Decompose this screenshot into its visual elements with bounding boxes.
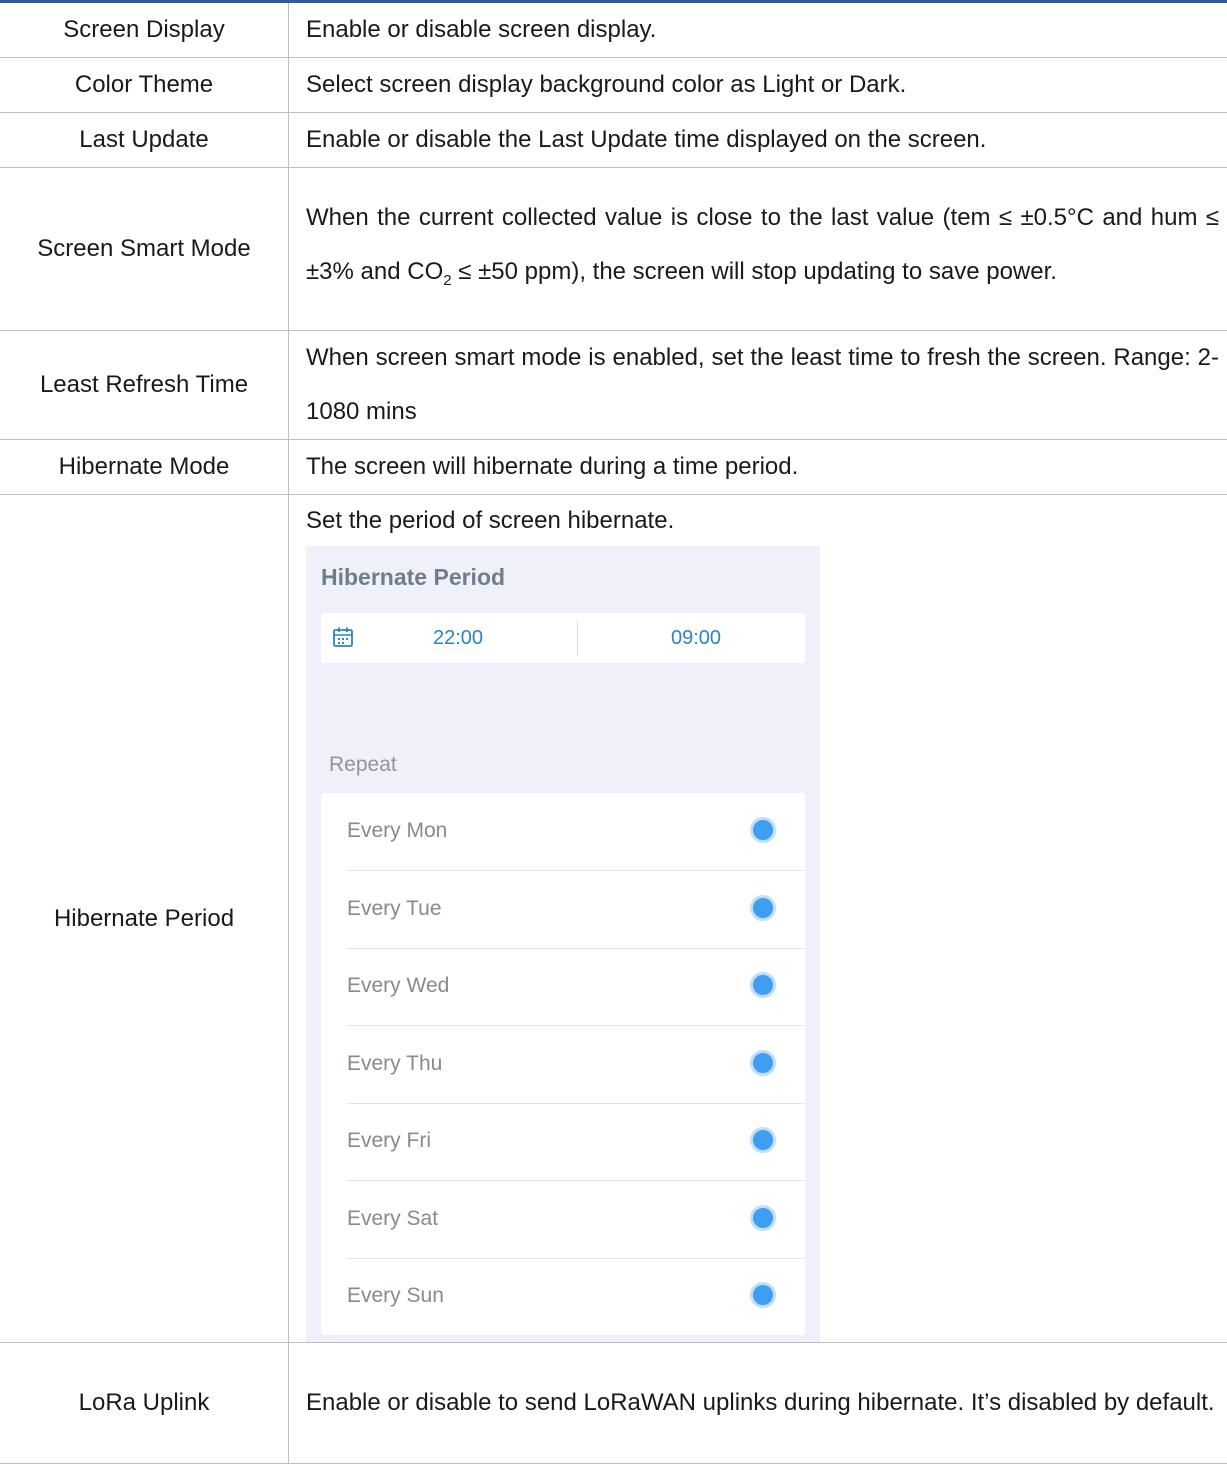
day-option-wed[interactable]: Every Wed — [347, 948, 805, 1026]
param-name: Hibernate Mode — [0, 439, 289, 495]
radio-selected-icon[interactable] — [750, 817, 776, 843]
day-option-mon[interactable]: Every Mon — [347, 793, 805, 871]
radio-selected-icon[interactable] — [750, 972, 776, 998]
param-name: Least Refresh Time — [0, 330, 289, 440]
param-description: When the current collected value is clos… — [288, 167, 1227, 331]
table-row: Hibernate Period Set the period of scree… — [0, 494, 1227, 1343]
param-name: Screen Display — [0, 3, 289, 58]
param-description: Enable or disable to send LoRaWAN uplink… — [288, 1342, 1227, 1464]
radio-selected-icon[interactable] — [750, 1127, 776, 1153]
table-row: LoRa Uplink Enable or disable to send Lo… — [0, 1342, 1227, 1464]
table-row: Last Update Enable or disable the Last U… — [0, 112, 1227, 168]
calendar-icon — [333, 627, 353, 647]
radio-selected-icon[interactable] — [750, 1205, 776, 1231]
param-name: LoRa Uplink — [0, 1342, 289, 1464]
param-description: The screen will hibernate during a time … — [288, 439, 1227, 495]
co2-subscript: 2 — [443, 271, 452, 289]
day-option-sat[interactable]: Every Sat — [347, 1181, 805, 1259]
parameter-table: Screen Display Enable or disable screen … — [0, 3, 1227, 1464]
start-time[interactable]: 22:00 — [433, 627, 483, 650]
day-label: Every Thu — [347, 1052, 443, 1075]
day-option-fri[interactable]: Every Fri — [347, 1103, 805, 1181]
time-divider — [577, 620, 578, 656]
radio-selected-icon[interactable] — [750, 895, 776, 921]
param-description: When screen smart mode is enabled, set t… — [288, 330, 1227, 440]
day-option-thu[interactable]: Every Thu — [347, 1026, 805, 1104]
desc-part: ≤ ±50 ppm), the screen will stop updatin… — [451, 257, 1057, 285]
table-row: Screen Display Enable or disable screen … — [0, 3, 1227, 58]
end-time[interactable]: 09:00 — [671, 627, 721, 650]
param-name: Hibernate Period — [0, 494, 289, 1343]
radio-selected-icon[interactable] — [750, 1050, 776, 1076]
repeat-days-list: Every Mon Every Tue Every Wed Every Thu — [321, 793, 805, 1335]
param-description: Enable or disable the Last Update time d… — [288, 112, 1227, 168]
param-description: Set the period of screen hibernate. — [306, 507, 675, 534]
hibernate-period-screenshot: Hibernate Period 22:00 09:00 Repeat Ever… — [306, 546, 820, 1342]
day-label: Every Fri — [347, 1129, 431, 1152]
day-label: Every Sat — [347, 1207, 439, 1230]
table-row: Least Refresh Time When screen smart mod… — [0, 330, 1227, 440]
day-label: Every Tue — [347, 897, 442, 920]
day-label: Every Mon — [347, 819, 448, 842]
param-description: Enable or disable screen display. — [288, 3, 1227, 58]
param-name: Screen Smart Mode — [0, 167, 289, 331]
day-label: Every Sun — [347, 1284, 444, 1307]
table-row: Color Theme Select screen display backgr… — [0, 57, 1227, 113]
param-description-cell: Set the period of screen hibernate. Hibe… — [288, 494, 1227, 1343]
day-option-tue[interactable]: Every Tue — [347, 871, 805, 949]
repeat-label: Repeat — [329, 753, 397, 776]
param-name: Color Theme — [0, 57, 289, 113]
param-description: Select screen display background color a… — [288, 57, 1227, 113]
day-option-sun[interactable]: Every Sun — [347, 1258, 805, 1335]
param-name: Last Update — [0, 112, 289, 168]
time-range-card[interactable]: 22:00 09:00 — [321, 613, 805, 663]
table-row: Screen Smart Mode When the current colle… — [0, 167, 1227, 331]
radio-selected-icon[interactable] — [750, 1282, 776, 1308]
table-row: Hibernate Mode The screen will hibernate… — [0, 439, 1227, 495]
app-section-title: Hibernate Period — [321, 564, 506, 590]
day-label: Every Wed — [347, 974, 450, 997]
